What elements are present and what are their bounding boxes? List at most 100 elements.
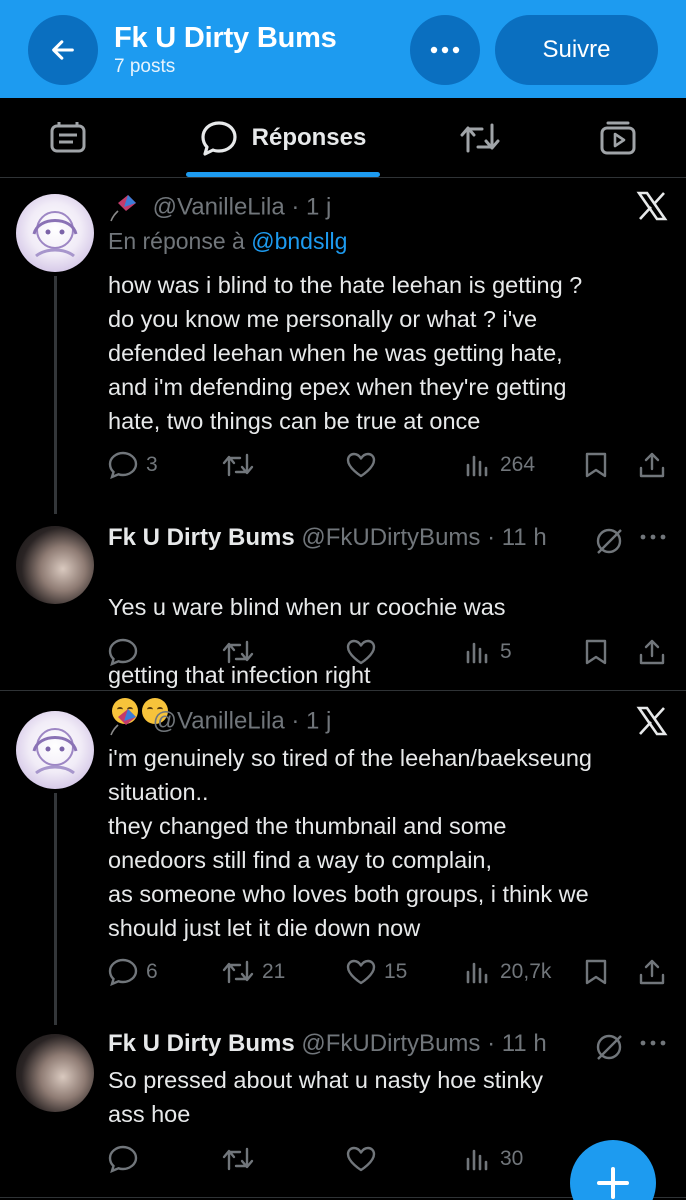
- author-handle[interactable]: @VanilleLila: [153, 707, 285, 734]
- tab-media[interactable]: [578, 98, 658, 178]
- repost-icon: [222, 1147, 254, 1171]
- reply-button[interactable]: [108, 635, 146, 669]
- reply-prefix: En réponse à: [108, 228, 245, 254]
- thread-connector-line: [54, 793, 57, 1025]
- reply-icon: [108, 451, 138, 479]
- avatar[interactable]: [16, 194, 94, 272]
- like-count: 15: [384, 960, 408, 983]
- x-logo-icon[interactable]: [636, 705, 668, 742]
- reply-post[interactable]: @VanilleLila · 1 j En réponse à @bndsllg…: [0, 178, 686, 514]
- bookmark-button[interactable]: [584, 448, 608, 482]
- profile-header-bar: Fk U Dirty Bums 7 posts Suivre: [0, 0, 686, 98]
- views-button[interactable]: 30: [466, 1142, 523, 1176]
- like-button[interactable]: 15: [346, 955, 407, 989]
- post-text: i'm genuinely so tired of the leehan/bae…: [108, 745, 592, 941]
- reply-icon: [108, 638, 138, 666]
- like-button[interactable]: [346, 1142, 384, 1176]
- tab-posts[interactable]: [28, 98, 108, 178]
- repost-button[interactable]: [222, 635, 262, 669]
- repost-button[interactable]: 21: [222, 955, 285, 989]
- active-tab-indicator: [186, 172, 380, 177]
- posts-tab-icon: [50, 122, 86, 153]
- more-dots-icon[interactable]: [640, 1034, 666, 1052]
- share-button[interactable]: [638, 448, 666, 482]
- views-button[interactable]: 20,7k: [466, 955, 551, 989]
- reply-icon: [108, 1145, 138, 1173]
- post-count: 7 posts: [114, 56, 176, 77]
- post-actions: 6 21 15 20,7k: [108, 955, 678, 989]
- author-name[interactable]: Fk U Dirty Bums: [108, 524, 295, 551]
- repost-icon: [222, 640, 254, 664]
- view-count: 5: [500, 640, 512, 663]
- thread-connector-line: [54, 276, 57, 514]
- author-handle[interactable]: @FkUDirtyBums: [301, 524, 480, 551]
- arrow-left-icon: [52, 40, 74, 60]
- more-dots-icon[interactable]: [640, 528, 666, 546]
- like-button[interactable]: [346, 635, 384, 669]
- share-button[interactable]: [638, 635, 666, 669]
- avatar-illustration-icon: [32, 728, 78, 775]
- kite-emoji-icon: [110, 709, 136, 736]
- media-tab-icon: [600, 121, 636, 155]
- repost-button[interactable]: [222, 448, 262, 482]
- more-options-button[interactable]: [410, 15, 480, 85]
- back-button[interactable]: [28, 15, 98, 85]
- post-header: @VanilleLila · 1 j: [108, 707, 331, 737]
- author-name[interactable]: Fk U Dirty Bums: [108, 1030, 295, 1057]
- heart-icon: [346, 959, 376, 985]
- repost-count: 21: [262, 960, 286, 983]
- repost-icon: [222, 453, 254, 477]
- view-count: 30: [500, 1147, 524, 1170]
- follow-button[interactable]: Suivre: [495, 15, 658, 85]
- post-time: · 11 h: [487, 524, 547, 551]
- more-dots-icon: [430, 46, 460, 54]
- repost-button[interactable]: [222, 1142, 262, 1176]
- bookmark-button[interactable]: [584, 635, 608, 669]
- like-button[interactable]: [346, 448, 384, 482]
- reply-button[interactable]: 3: [108, 448, 158, 482]
- author-handle[interactable]: @VanilleLila: [153, 193, 285, 220]
- tab-reposts[interactable]: [440, 98, 520, 178]
- grok-icon[interactable]: [594, 1032, 624, 1067]
- share-icon: [639, 639, 665, 665]
- bookmark-icon: [585, 639, 607, 665]
- profile-tabs: Réponses: [0, 98, 686, 178]
- reply-button[interactable]: [108, 1142, 146, 1176]
- heart-icon: [346, 1146, 376, 1172]
- author-handle[interactable]: @FkUDirtyBums: [301, 1030, 480, 1057]
- bookmark-icon: [585, 959, 607, 985]
- reply-to-handle-link[interactable]: @bndsllg: [251, 228, 347, 254]
- views-chart-icon: [466, 455, 488, 477]
- reply-post[interactable]: @VanilleLila · 1 j i'm genuinely so tire…: [0, 691, 686, 1025]
- x-logo-icon[interactable]: [636, 190, 668, 227]
- post-actions: 5: [108, 635, 678, 669]
- heart-icon: [346, 452, 376, 478]
- post-header: @VanilleLila · 1 j: [108, 193, 331, 223]
- post-header: Fk U Dirty Bums @FkUDirtyBums · 11 h: [108, 1030, 547, 1058]
- views-button[interactable]: 264: [466, 448, 535, 482]
- tab-replies-label: Réponses: [251, 124, 367, 151]
- heart-icon: [346, 639, 376, 665]
- reply-count: 3: [146, 453, 158, 476]
- tab-replies[interactable]: Réponses: [186, 98, 380, 178]
- post-time: · 1 j: [291, 707, 332, 735]
- reply-icon: [108, 958, 138, 986]
- post-text: So pressed about what u nasty hoe stinky…: [108, 1067, 544, 1127]
- avatar[interactable]: [16, 526, 94, 604]
- views-button[interactable]: 5: [466, 635, 512, 669]
- avatar[interactable]: [16, 711, 94, 789]
- reply-context: En réponse à @bndsllg: [108, 228, 347, 255]
- avatar[interactable]: [16, 1034, 94, 1112]
- view-count: 20,7k: [500, 960, 552, 983]
- bookmark-button[interactable]: [584, 955, 608, 989]
- avatar-illustration-icon: [32, 211, 78, 258]
- post-time: · 1 j: [291, 193, 332, 221]
- reply-post[interactable]: Fk U Dirty Bums @FkUDirtyBums · 11 h Yes…: [0, 514, 686, 724]
- share-button[interactable]: [638, 955, 666, 989]
- replies-tab-icon: [201, 121, 237, 156]
- view-count: 264: [500, 453, 536, 476]
- bookmark-icon: [585, 452, 607, 478]
- reposts-tab-icon: [460, 123, 500, 153]
- reply-button[interactable]: 6: [108, 955, 158, 989]
- share-icon: [639, 959, 665, 985]
